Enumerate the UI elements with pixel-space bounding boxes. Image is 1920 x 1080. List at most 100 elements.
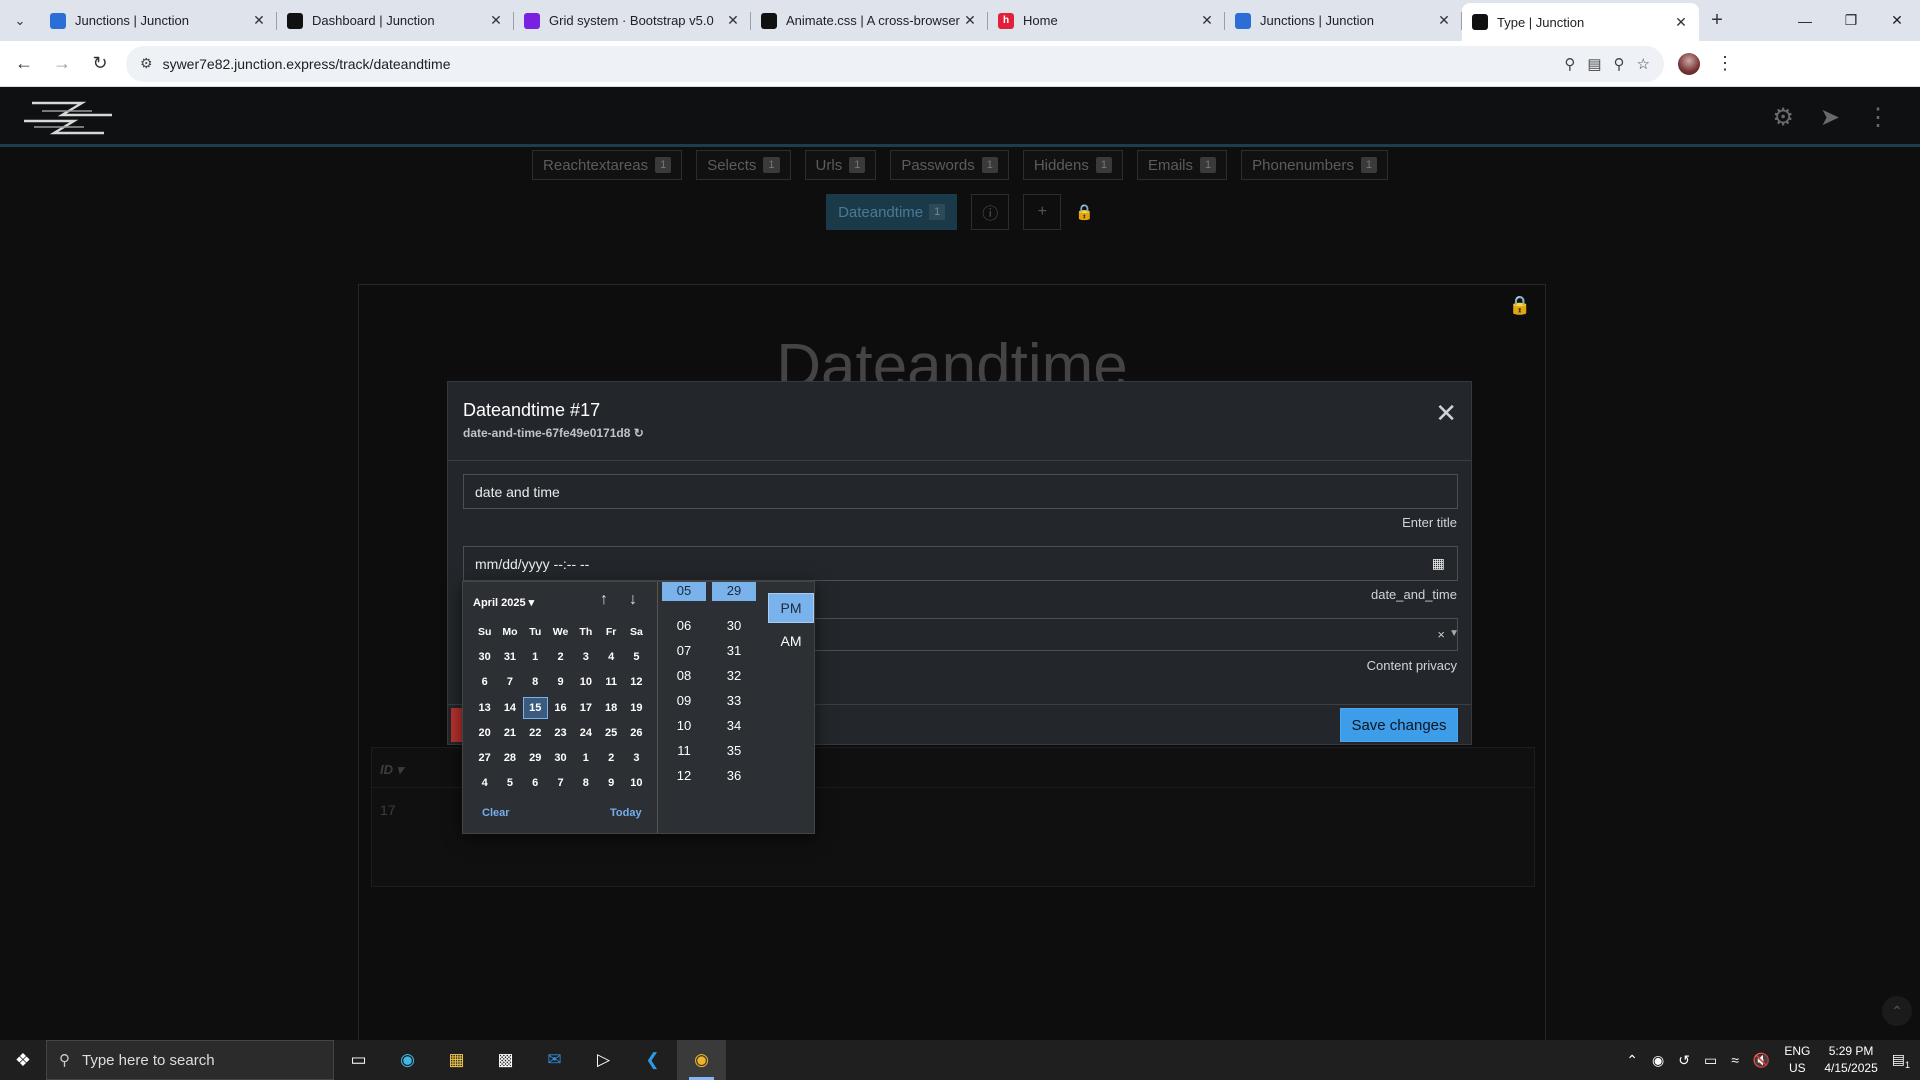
update-icon[interactable]: ↺ [1678,1052,1690,1069]
type-pill[interactable]: Emails 1 [1136,150,1228,180]
forward-icon[interactable]: → [44,46,80,82]
calendar-day[interactable]: 7 [497,671,522,693]
calendar-day[interactable]: 22 [523,722,548,744]
reload-icon[interactable]: ↻ [82,46,118,82]
type-pill[interactable]: Hiddens 1 [1022,150,1123,180]
datetime-input[interactable]: mm/dd/yyyy --:-- -- ▦ [463,546,1458,581]
calendar-day[interactable]: 20 [472,722,497,744]
info-button[interactable]: ⓘ [971,194,1010,230]
tab-close-icon[interactable]: ✕ [488,12,504,29]
calendar-day[interactable]: 19 [624,697,649,719]
password-key-icon[interactable]: ⚲ [1564,55,1575,73]
restore-icon[interactable]: ❐ [1828,0,1874,41]
calendar-day[interactable]: 23 [548,722,573,744]
zoom-icon[interactable]: ⚲ [1614,55,1625,73]
browser-tab[interactable]: Type | Junction ✕ [1462,3,1699,41]
browser-tab[interactable]: Junctions | Junction ✕ [40,3,277,38]
today-button[interactable]: Today [610,807,642,819]
calendar-day[interactable]: 8 [523,671,548,693]
language-indicator[interactable]: ENG US [1784,1043,1810,1077]
calendar-day[interactable]: 9 [598,772,623,794]
minute-option[interactable]: 35 [712,738,756,762]
calendar-day[interactable]: 5 [624,646,649,668]
browser-menu-icon[interactable]: ⋮ [1716,53,1734,74]
calendar-day[interactable]: 3 [573,646,598,668]
calendar-day[interactable]: 16 [548,697,573,719]
minutes-column[interactable]: 29 30 31 32 33 34 35 36 [709,582,757,833]
minute-option[interactable]: 32 [712,663,756,687]
calendar-day[interactable]: 30 [472,646,497,668]
chrome-icon[interactable]: ◉ [677,1040,726,1080]
privacy-clear-icon[interactable]: × [1437,627,1445,642]
calendar-day[interactable]: 4 [472,772,497,794]
minute-option[interactable]: 33 [712,688,756,712]
calendar-day[interactable]: 30 [548,747,573,769]
site-info-icon[interactable]: ⚙ [140,55,153,72]
minute-option[interactable]: 34 [712,713,756,737]
outlook-icon[interactable]: ✉ [530,1040,579,1080]
junction-logo-icon[interactable] [22,97,114,139]
table-row[interactable]: 17 [380,802,396,818]
calendar-day[interactable]: 13 [472,697,497,719]
type-pill[interactable]: Reachtextareas 1 [532,150,683,180]
battery-icon[interactable]: ▭ [1704,1052,1717,1069]
privacy-caret-icon[interactable]: ▼ [1449,628,1459,639]
settings-gear-icon[interactable]: ⚙ [1772,103,1794,132]
save-changes-button[interactable]: Save changes [1340,708,1458,742]
hour-option[interactable]: 10 [662,713,706,737]
calendar-icon[interactable]: ▦ [1432,555,1445,572]
calendar-day[interactable]: 3 [624,747,649,769]
calendar-day[interactable]: 29 [523,747,548,769]
clear-button[interactable]: Clear [482,807,510,819]
hour-option[interactable]: 11 [662,738,706,762]
calendar-day[interactable]: 10 [573,671,598,693]
calendar-day[interactable]: 1 [523,646,548,668]
network-icon[interactable]: ≈ [1731,1052,1739,1068]
add-button[interactable]: + [1023,194,1062,230]
calendar-day[interactable]: 15 [522,696,548,719]
profile-avatar[interactable] [1678,52,1700,75]
kebab-menu-icon[interactable]: ⋮ [1866,103,1890,132]
browser-tab[interactable]: Junctions | Junction ✕ [1225,3,1462,38]
windows-start-icon[interactable]: ❖ [0,1040,46,1080]
calendar-day[interactable]: 18 [598,697,623,719]
title-input[interactable]: date and time [463,474,1458,509]
refresh-icon[interactable]: ↻ [634,426,644,440]
browser-tab[interactable]: h Home ✕ [988,3,1225,38]
notifications-icon[interactable]: ▤1 [1892,1051,1910,1070]
minute-option[interactable]: 29 [712,582,756,601]
minimize-icon[interactable]: — [1782,0,1828,41]
hour-option[interactable]: 08 [662,663,706,687]
active-type-pill[interactable]: Dateandtime 1 [826,194,958,230]
vscode-icon[interactable]: ❮ [628,1040,677,1080]
meet-now-icon[interactable]: ◉ [1652,1052,1664,1069]
store-icon[interactable]: ▩ [481,1040,530,1080]
calendar-day[interactable]: 4 [598,646,623,668]
calendar-day[interactable]: 25 [598,722,623,744]
browser-tab[interactable]: Grid system · Bootstrap v5.0 ✕ [514,3,751,38]
file-explorer-icon[interactable]: ▦ [432,1040,481,1080]
calendar-day[interactable]: 21 [497,722,522,744]
calendar-day[interactable]: 14 [497,697,522,719]
type-pill[interactable]: Phonenumbers 1 [1241,150,1388,180]
modal-close-icon[interactable]: ✕ [1435,400,1457,426]
calendar-day[interactable]: 11 [598,671,623,693]
hour-option[interactable]: 07 [662,638,706,662]
tab-close-icon[interactable]: ✕ [1436,12,1452,29]
previous-month-arrow-icon[interactable]: ↑ [600,591,608,609]
calendar-day[interactable]: 27 [472,747,497,769]
new-tab-button[interactable]: + [1699,3,1735,38]
edge-icon[interactable]: ◉ [383,1040,432,1080]
taskbar-search-input[interactable]: ⚲ Type here to search [46,1040,334,1080]
browser-tab[interactable]: Animate.css | A cross-browser library ✕ [751,3,988,38]
calendar-day[interactable]: 8 [573,772,598,794]
browser-tab[interactable]: Dashboard | Junction ✕ [277,3,514,38]
minute-option[interactable]: 30 [712,613,756,637]
tray-chevron-icon[interactable]: ⌃ [1626,1052,1638,1069]
ampm-option[interactable]: PM [768,593,814,623]
hour-option[interactable]: 09 [662,688,706,712]
tab-close-icon[interactable]: ✕ [251,12,267,29]
type-pill[interactable]: Urls 1 [804,150,877,180]
bookmark-star-icon[interactable]: ☆ [1637,55,1650,73]
back-icon[interactable]: ← [6,46,42,82]
